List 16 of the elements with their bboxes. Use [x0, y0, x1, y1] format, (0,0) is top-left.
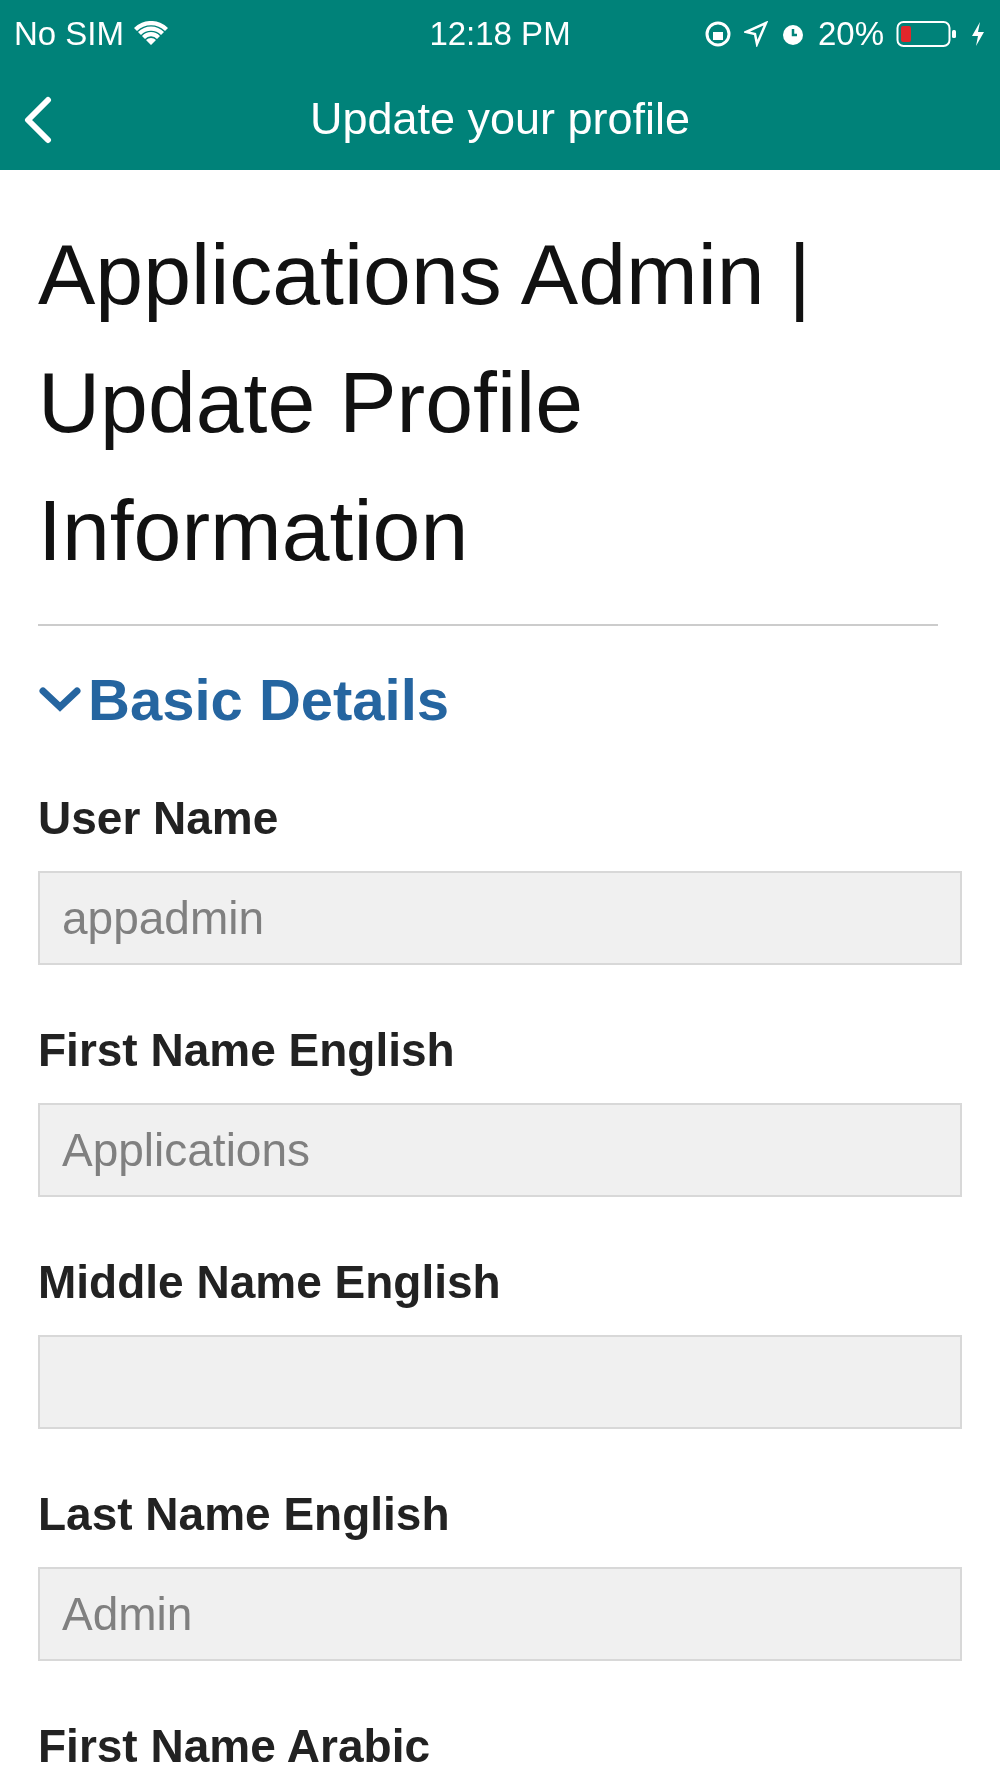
field-label: Last Name English	[38, 1487, 451, 1541]
battery-icon	[896, 20, 958, 48]
field-label: Middle Name English	[38, 1255, 502, 1309]
location-icon	[743, 21, 768, 47]
field-label: User Name	[38, 791, 280, 845]
field-label: First Name English	[38, 1023, 456, 1077]
charging-icon	[970, 21, 986, 47]
field-label: First Name Arabic	[38, 1719, 431, 1773]
section-toggle[interactable]: Basic Details	[38, 666, 450, 733]
rotation-lock-icon	[703, 20, 732, 48]
page-heading: Applications Admin | Update Profile Information	[38, 210, 938, 626]
wifi-icon	[134, 21, 169, 47]
nav-title: Update your profile	[309, 93, 691, 145]
clock-text: 12:18 PM	[429, 15, 571, 53]
carrier-text: No SIM	[14, 15, 125, 53]
battery-percent-text: 20%	[817, 15, 884, 53]
